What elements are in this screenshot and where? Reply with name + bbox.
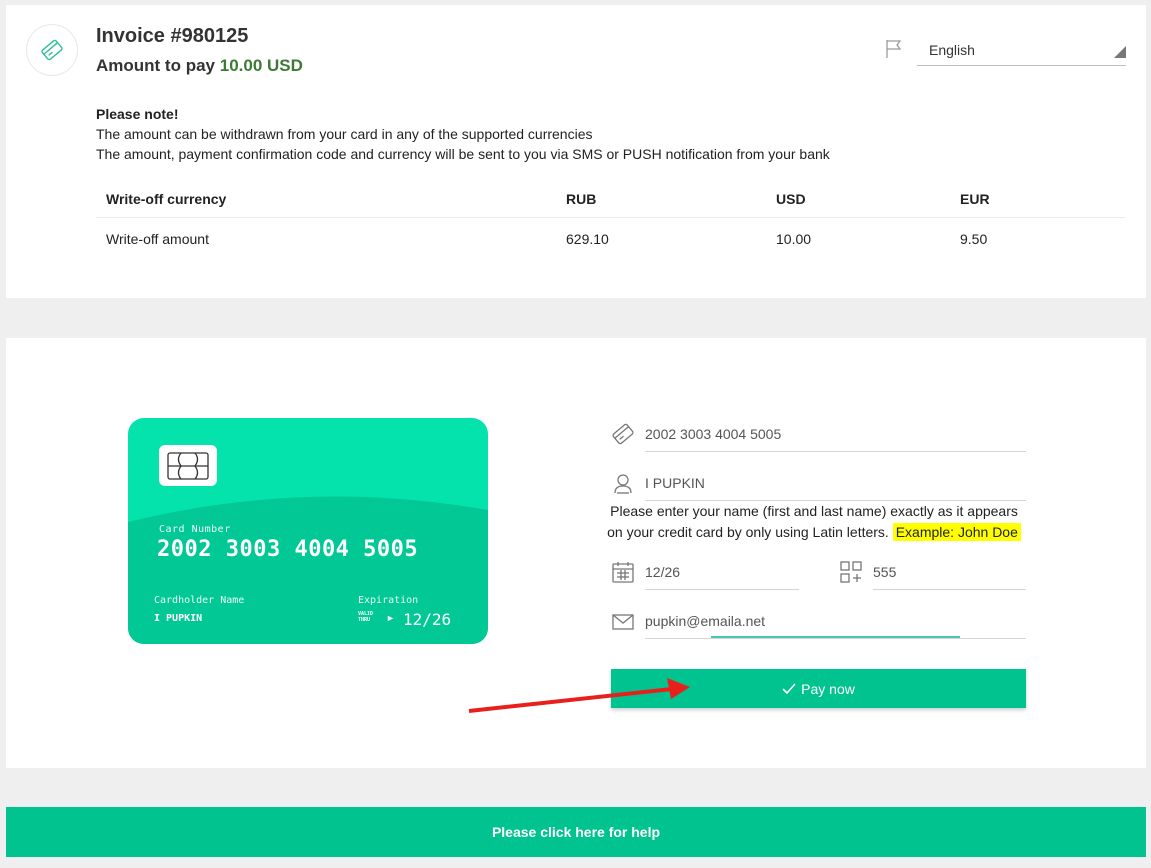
expiry-display: 12/26 [403, 610, 452, 629]
card-logo-icon [41, 39, 63, 61]
table-header-cell: USD [776, 190, 806, 207]
card-number-label: Card Number [159, 524, 231, 535]
table-header-cell: Write-off currency [106, 190, 227, 207]
expiry-input[interactable]: 12/26 [645, 556, 799, 590]
payment-note: Please note! The amount can be withdrawn… [96, 104, 830, 164]
cardholder-display: I PUPKIN [154, 613, 203, 624]
valid-thru-label: VALID THRU [358, 611, 374, 623]
table-row: Write-off amount 629.10 10.00 9.50 [96, 218, 1126, 260]
annotation-arrow [468, 678, 690, 713]
mail-icon [612, 614, 634, 630]
expiration-label: Expiration [358, 595, 419, 606]
amount-label: Amount to pay [96, 56, 215, 75]
currency-table: Write-off currency RUB USD EUR Write-off… [96, 180, 1126, 260]
email-input[interactable]: pupkin@emaila.net [645, 605, 1026, 639]
chip-icon [159, 445, 217, 486]
amount-to-pay: Amount to pay 10.00 USD [96, 56, 303, 76]
pay-now-label: Pay now [801, 680, 855, 697]
calendar-icon [612, 562, 634, 583]
table-header-cell: RUB [566, 190, 597, 207]
card-number-input[interactable]: 2002 3003 4004 5005 [645, 418, 1026, 452]
cardholder-label: Cardholder Name [154, 595, 245, 606]
note-line: The amount can be withdrawn from your ca… [96, 126, 593, 142]
help-label: Please click here for help [491, 824, 661, 840]
flag-icon [886, 40, 902, 58]
cvv-icon [840, 561, 862, 583]
checkmark-icon [782, 682, 796, 694]
focus-underline [711, 636, 960, 638]
table-cell: 629.10 [566, 231, 609, 247]
dropdown-triangle-icon [1114, 46, 1126, 58]
user-icon [614, 474, 632, 494]
table-header-row: Write-off currency RUB USD EUR [96, 180, 1126, 218]
amount-value: 10.00 USD [219, 56, 303, 75]
cvv-input[interactable]: 555 [873, 556, 1026, 590]
language-select[interactable]: English [917, 37, 1126, 66]
logo [26, 24, 78, 76]
name-example: Example: John Doe [892, 523, 1021, 541]
name-hint: Please enter your name (first and last n… [605, 501, 1023, 543]
invoice-title: Invoice #980125 [96, 25, 249, 47]
table-header-cell: EUR [960, 190, 990, 207]
note-line: The amount, payment confirmation code an… [96, 146, 830, 162]
card-preview: Card Number 2002 3003 4004 5005 Cardhold… [128, 418, 488, 644]
table-cell: 9.50 [960, 231, 988, 247]
play-arrow-icon: ► [386, 613, 395, 623]
note-title: Please note! [96, 106, 179, 122]
card-number-display: 2002 3003 4004 5005 [157, 537, 419, 562]
help-button[interactable]: Please click here for help [6, 807, 1146, 857]
table-cell: 10.00 [776, 231, 812, 247]
card-icon [612, 423, 634, 445]
table-cell: Write-off amount [106, 231, 209, 247]
invoice-panel: Invoice #980125 Amount to pay 10.00 USD … [6, 5, 1146, 298]
cardholder-name-input[interactable]: I PUPKIN [645, 467, 1026, 501]
language-value: English [929, 42, 975, 58]
